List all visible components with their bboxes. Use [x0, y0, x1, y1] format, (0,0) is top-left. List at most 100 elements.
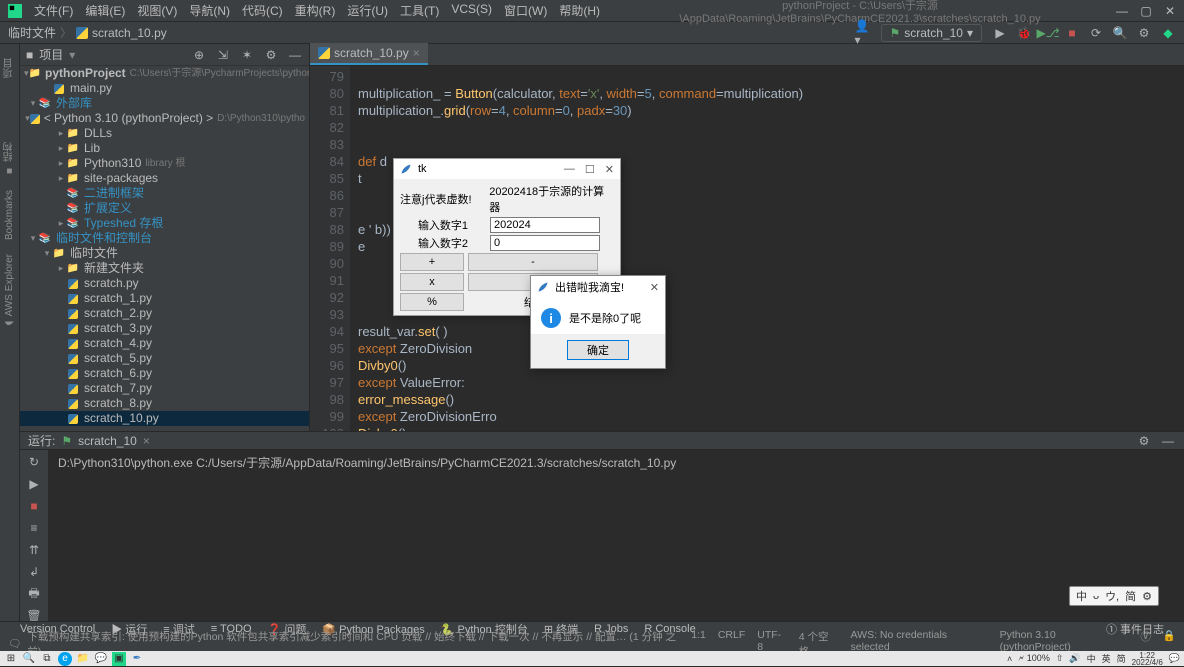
tree-row[interactable]: ▸📁新建文件夹: [20, 261, 309, 276]
tk-mul-button[interactable]: x: [400, 273, 464, 291]
tray-volume-icon[interactable]: 🔊: [1069, 653, 1080, 664]
gear-icon[interactable]: ⚙: [1136, 433, 1152, 449]
tree-row[interactable]: ▾📁pythonProjectC:\Users\于宗源\PycharmProje…: [20, 66, 309, 81]
up-button[interactable]: ⇈: [26, 542, 42, 558]
tree-row[interactable]: scratch_4.py: [20, 336, 309, 351]
collapse-icon[interactable]: ✶: [239, 47, 255, 63]
expand-icon[interactable]: ⇲: [215, 47, 231, 63]
feather-taskbar-icon[interactable]: ✒: [130, 652, 144, 666]
close-icon[interactable]: ×: [143, 434, 150, 448]
msgbox-titlebar[interactable]: 出错啦我滴宝! ✕: [531, 276, 665, 298]
tree-row[interactable]: main.py: [20, 81, 309, 96]
bookmarks-tool-tab[interactable]: Bookmarks: [4, 190, 15, 240]
tree-row[interactable]: 📚扩展定义: [20, 201, 309, 216]
tree-row[interactable]: scratch_8.py: [20, 396, 309, 411]
explorer-icon[interactable]: 📁: [76, 652, 90, 666]
tray-ime3[interactable]: 简: [1117, 652, 1126, 665]
tree-row[interactable]: ▸📚Typeshed 存根: [20, 216, 309, 231]
tk-mod-button[interactable]: %: [400, 293, 464, 311]
tray-wifi-icon[interactable]: ⇧: [1056, 653, 1064, 664]
tree-row[interactable]: scratch_10.py: [20, 411, 309, 426]
structure-tool-tab[interactable]: ■ 结构: [2, 142, 17, 176]
ime-item[interactable]: 中: [1076, 588, 1087, 604]
stop-button[interactable]: ■: [1064, 25, 1080, 41]
run-config-selector[interactable]: ⚑ scratch_10 ▾: [881, 24, 983, 42]
run-console[interactable]: D:\Python310\python.exe C:/Users/于宗源/App…: [48, 450, 1184, 624]
menu-item[interactable]: 代码(C): [238, 0, 287, 21]
tk-titlebar[interactable]: tk — ☐ ✕: [394, 159, 620, 179]
taskview-button[interactable]: ⧉: [40, 652, 54, 666]
menu-item[interactable]: 视图(V): [133, 0, 181, 21]
tray-show-hidden[interactable]: ˄: [1007, 654, 1012, 664]
start-button[interactable]: ⊞: [4, 652, 18, 666]
tk-maximize-button[interactable]: ☐: [585, 163, 595, 176]
tree-row[interactable]: ▾< Python 3.10 (pythonProject) >D:\Pytho…: [20, 111, 309, 126]
editor-tab-active[interactable]: scratch_10.py ×: [310, 43, 428, 65]
menu-item[interactable]: 编辑(E): [81, 0, 129, 21]
tray-ime1[interactable]: 中: [1087, 652, 1096, 665]
tree-row[interactable]: scratch.py: [20, 276, 309, 291]
tree-row[interactable]: scratch_3.py: [20, 321, 309, 336]
tree-row[interactable]: ▾📚外部库: [20, 96, 309, 111]
taskbar-clock[interactable]: 1:222022/4/6: [1132, 652, 1163, 666]
tray-notifications-icon[interactable]: 💬: [1169, 653, 1180, 664]
tk-input1[interactable]: [490, 217, 600, 233]
menu-item[interactable]: 文件(F): [30, 0, 77, 21]
codewithme-icon[interactable]: ◆: [1160, 25, 1176, 41]
close-button[interactable]: ✕: [1164, 5, 1176, 17]
menu-item[interactable]: 帮助(H): [555, 0, 604, 21]
project-tool-tab[interactable]: 项目: [2, 58, 17, 78]
tree-row[interactable]: scratch_5.py: [20, 351, 309, 366]
user-icon[interactable]: 👤▾: [855, 25, 871, 41]
tree-row[interactable]: 📚二进制框架: [20, 186, 309, 201]
menu-item[interactable]: VCS(S): [447, 0, 496, 21]
menu-item[interactable]: 窗口(W): [500, 0, 551, 21]
tree-row[interactable]: ▸📁Python310library 根: [20, 156, 309, 171]
ime-item[interactable]: ウ,: [1105, 588, 1119, 604]
breadcrumb-file[interactable]: scratch_10.py: [92, 26, 167, 40]
msgbox-ok-button[interactable]: 确定: [567, 340, 629, 360]
tk-input2[interactable]: [490, 235, 600, 251]
debug-button[interactable]: 🐞: [1016, 25, 1032, 41]
rerun-button[interactable]: ↻: [26, 454, 42, 470]
tk-close-button[interactable]: ✕: [605, 163, 614, 176]
gear-icon[interactable]: ⚙: [263, 47, 279, 63]
chevron-down-icon[interactable]: ▾: [69, 48, 75, 62]
tree-row[interactable]: ▾📁临时文件: [20, 246, 309, 261]
run-button[interactable]: ▶: [992, 25, 1008, 41]
layout-button[interactable]: ≡: [26, 520, 42, 536]
tree-row[interactable]: ▸📁DLLs: [20, 126, 309, 141]
tree-row[interactable]: scratch_1.py: [20, 291, 309, 306]
hide-icon[interactable]: —: [1160, 433, 1176, 449]
update-button[interactable]: ⟳: [1088, 25, 1104, 41]
notification-icon[interactable]: 🗨: [8, 637, 21, 650]
wechat-icon[interactable]: 💬: [94, 652, 108, 666]
coverage-button[interactable]: ▶⎇: [1040, 25, 1056, 41]
hide-icon[interactable]: —: [287, 47, 303, 63]
wrap-button[interactable]: ↲: [26, 564, 42, 580]
maximize-button[interactable]: ▢: [1140, 5, 1152, 17]
tree-row[interactable]: scratch_2.py: [20, 306, 309, 321]
tree-row[interactable]: ▸📁Lib: [20, 141, 309, 156]
print-button[interactable]: 🖶: [26, 586, 42, 602]
locate-icon[interactable]: ⊕: [191, 47, 207, 63]
tree-row[interactable]: ▸📁site-packages: [20, 171, 309, 186]
settings-icon[interactable]: ⚙: [1136, 25, 1152, 41]
menu-item[interactable]: 工具(T): [396, 0, 443, 21]
minimize-button[interactable]: —: [1116, 5, 1128, 17]
tray-ime2[interactable]: 英: [1102, 652, 1111, 665]
msgbox-close-button[interactable]: ✕: [650, 281, 659, 294]
ime-item[interactable]: 简: [1125, 588, 1136, 604]
aws-explorer-tool-tab[interactable]: ☁ AWS Explorer: [4, 254, 15, 330]
menu-item[interactable]: 重构(R): [291, 0, 340, 21]
ime-item[interactable]: ⚙: [1142, 590, 1152, 603]
menu-item[interactable]: 运行(U): [343, 0, 392, 21]
run-button[interactable]: ▶: [26, 476, 42, 492]
tk-minus-button[interactable]: -: [468, 253, 598, 271]
search-icon[interactable]: 🔍: [1112, 25, 1128, 41]
tree-row[interactable]: ▾📚临时文件和控制台: [20, 231, 309, 246]
stop-button[interactable]: ■: [26, 498, 42, 514]
ime-toolbar[interactable]: 中ᴗウ,简⚙: [1069, 586, 1159, 606]
edge-icon[interactable]: e: [58, 652, 72, 666]
tk-minimize-button[interactable]: —: [564, 163, 575, 176]
